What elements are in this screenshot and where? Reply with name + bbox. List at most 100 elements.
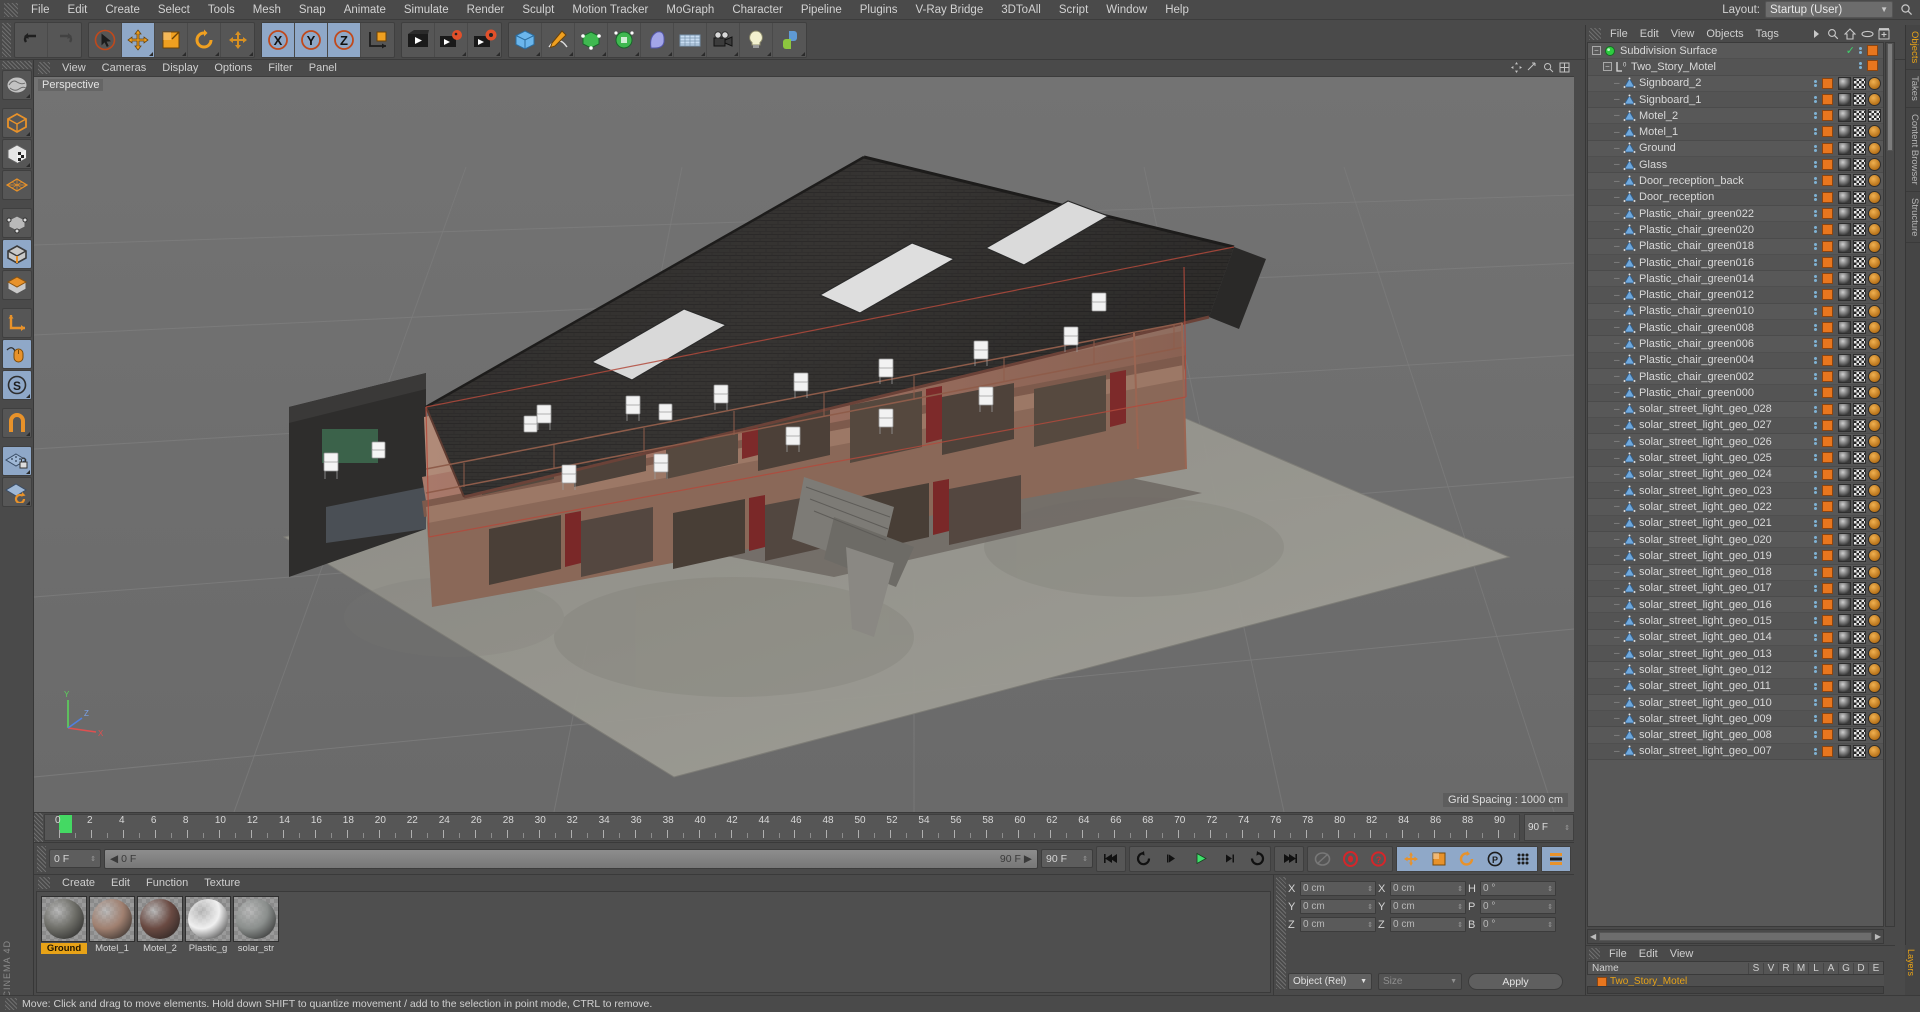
layer-color-indicator[interactable] xyxy=(1822,159,1833,171)
layer-color-indicator[interactable] xyxy=(1867,60,1878,72)
selection-tag-icon[interactable] xyxy=(1868,712,1881,726)
material-tag-icon[interactable] xyxy=(1838,614,1851,628)
model-mode-icon[interactable] xyxy=(2,108,32,138)
selection-tag-icon[interactable] xyxy=(1868,402,1881,416)
status-grip[interactable] xyxy=(5,998,17,1010)
menu-select[interactable]: Select xyxy=(149,2,199,18)
uvw-tag-icon[interactable] xyxy=(1853,532,1866,546)
selection-tag-icon[interactable] xyxy=(1868,581,1881,595)
uvw-tag-icon[interactable] xyxy=(1853,158,1866,172)
timeline-icon[interactable] xyxy=(1542,846,1570,871)
menu-grip[interactable] xyxy=(4,2,18,17)
visibility-dots[interactable] xyxy=(1814,666,1817,674)
object-row[interactable]: – Plastic_chair_green004 xyxy=(1588,352,1883,369)
uvw-tag-icon[interactable] xyxy=(1853,174,1866,188)
object-row[interactable]: – solar_street_light_geo_022 xyxy=(1588,499,1883,516)
layer-color-indicator[interactable] xyxy=(1822,468,1833,480)
uvw-tag-icon[interactable] xyxy=(1853,402,1866,416)
visibility-dots[interactable] xyxy=(1814,356,1817,364)
material-tag-icon[interactable] xyxy=(1838,549,1851,563)
uvw-tag-icon[interactable] xyxy=(1853,321,1866,335)
viewport-menu-filter[interactable]: Filter xyxy=(260,61,300,75)
size-y-input[interactable]: 0 cm ⇕ xyxy=(1390,899,1466,914)
uvw-tag-icon[interactable] xyxy=(1853,239,1866,253)
scroll-right-icon[interactable]: ▶ xyxy=(1875,932,1881,941)
layer-menu-file[interactable]: File xyxy=(1603,948,1633,960)
uvw-tag-icon[interactable] xyxy=(1853,484,1866,498)
layer-color-indicator[interactable] xyxy=(1822,256,1833,268)
coordinate-manager-grip[interactable] xyxy=(1276,877,1286,989)
workplane-icon[interactable] xyxy=(2,170,32,200)
go-to-start-icon[interactable] xyxy=(1097,847,1125,871)
uvw-tag-icon[interactable] xyxy=(1853,663,1866,677)
material-swatch[interactable]: Plastic_g xyxy=(185,896,231,988)
move-viewport-icon[interactable] xyxy=(1510,61,1522,73)
visibility-dots[interactable] xyxy=(1814,307,1817,315)
visibility-dots[interactable] xyxy=(1814,95,1817,103)
uvw-tag-icon[interactable] xyxy=(1853,435,1866,449)
object-row[interactable]: – solar_street_light_geo_017 xyxy=(1588,580,1883,598)
material-tag-icon[interactable] xyxy=(1838,695,1851,709)
menu-3dtoall[interactable]: 3DToAll xyxy=(992,2,1050,18)
material-tag-icon[interactable] xyxy=(1838,484,1851,498)
layer-color-indicator[interactable] xyxy=(1822,387,1833,399)
object-row[interactable]: – Plastic_chair_green020 xyxy=(1588,222,1883,239)
point-mode-icon[interactable] xyxy=(2,208,32,238)
layer-color-indicator[interactable] xyxy=(1822,322,1833,334)
axis-z-icon[interactable]: Z xyxy=(328,22,361,57)
layer-color-indicator[interactable] xyxy=(1822,680,1833,692)
enabled-check-icon[interactable]: ✓ xyxy=(1846,44,1855,57)
magnet-icon[interactable] xyxy=(2,408,32,438)
menu-window[interactable]: Window xyxy=(1097,2,1156,18)
selection-tag-icon[interactable] xyxy=(1868,500,1881,514)
uvw-tag-icon[interactable] xyxy=(1853,304,1866,318)
uvw-tag-icon[interactable] xyxy=(1853,712,1866,726)
timeline-ruler[interactable]: 0 2 4 6 8 10 12 14 16 18 20 22 24 26 28 30 32 34 36 38 40 42 4… xyxy=(44,814,1520,841)
position-key-icon[interactable] xyxy=(1397,846,1425,871)
chevron-right-icon[interactable] xyxy=(1809,27,1823,41)
visibility-dots[interactable] xyxy=(1814,470,1817,478)
selection-tag-icon[interactable] xyxy=(1868,744,1881,758)
point-level-animation-icon[interactable] xyxy=(1509,846,1537,871)
uvw-tag-icon[interactable] xyxy=(1853,614,1866,628)
menu-create[interactable]: Create xyxy=(96,2,149,18)
material-tag-icon[interactable] xyxy=(1838,565,1851,579)
panel-tab-structure[interactable]: Structure xyxy=(1906,192,1920,244)
position-x-input[interactable]: 0 cm ⇕ xyxy=(1300,881,1376,896)
selection-tag-icon[interactable] xyxy=(1868,646,1881,660)
material-tag-icon[interactable] xyxy=(1838,288,1851,302)
scroll-left-icon[interactable]: ◀ xyxy=(1590,932,1596,941)
visibility-dots[interactable] xyxy=(1814,503,1817,511)
size-x-input[interactable]: 0 cm ⇕ xyxy=(1390,881,1466,896)
viewport-menu-cameras[interactable]: Cameras xyxy=(94,61,155,75)
material-tag-icon[interactable] xyxy=(1838,321,1851,335)
move-icon[interactable] xyxy=(122,22,155,57)
selection-tag-icon[interactable] xyxy=(1868,695,1881,709)
visibility-dots[interactable] xyxy=(1814,682,1817,690)
uvw-tag-icon[interactable] xyxy=(1853,581,1866,595)
object-row[interactable]: – solar_street_light_geo_026 xyxy=(1588,434,1883,451)
selection-tag-icon[interactable] xyxy=(1868,223,1881,237)
cube-primitive-icon[interactable] xyxy=(509,22,542,57)
selection-tag-icon[interactable] xyxy=(1868,435,1881,449)
search-icon[interactable] xyxy=(1898,2,1914,18)
uvw-tag-icon[interactable] xyxy=(1853,744,1866,758)
texture-mode-icon[interactable] xyxy=(2,139,32,169)
uvw-tag-icon[interactable] xyxy=(1853,418,1866,432)
object-row[interactable]: – Plastic_chair_green006 xyxy=(1588,336,1883,353)
layer-color-indicator[interactable] xyxy=(1822,550,1833,562)
layer-color-indicator[interactable] xyxy=(1822,338,1833,350)
uvw-tag-icon[interactable] xyxy=(1853,598,1866,612)
lock-workplane-icon[interactable] xyxy=(2,446,32,476)
layer-color-indicator[interactable] xyxy=(1822,354,1833,366)
material-tag-icon[interactable] xyxy=(1838,206,1851,220)
render-region-icon[interactable] xyxy=(435,22,468,57)
material-tag-icon[interactable] xyxy=(1838,109,1851,123)
material-tag-icon[interactable] xyxy=(1838,353,1851,367)
selection-tag-icon[interactable] xyxy=(1868,337,1881,351)
layer-color-indicator[interactable] xyxy=(1822,615,1833,627)
object-row[interactable]: – Signboard_1 xyxy=(1588,91,1883,109)
uvw-tag-icon[interactable] xyxy=(1853,353,1866,367)
home-icon[interactable] xyxy=(1843,27,1857,41)
light-icon[interactable] xyxy=(740,22,773,57)
